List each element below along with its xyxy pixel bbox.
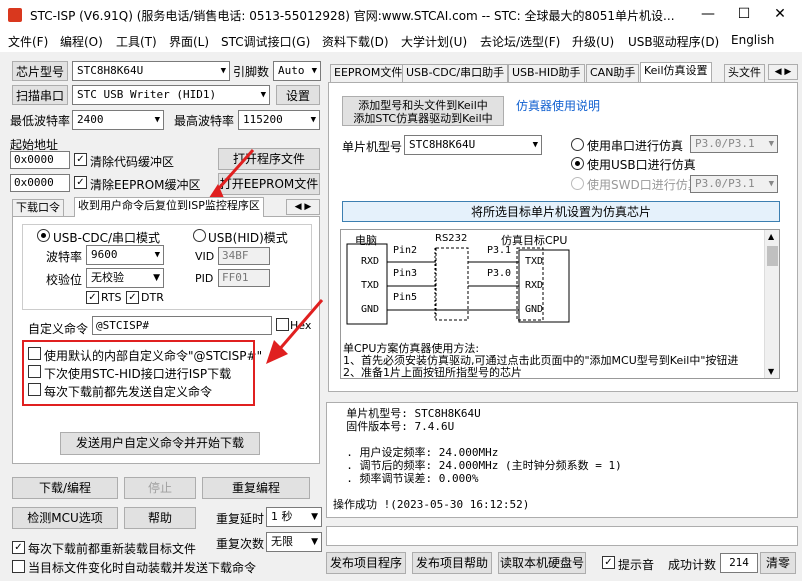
publish-project-button[interactable]: 发布项目程序: [326, 552, 406, 574]
right-tab-strip: EEPROM文件 USB-CDC/串口助手 USB-HID助手 CAN助手 Ke…: [328, 62, 798, 82]
log-line: . 用户设定频率: 24.000MHz: [333, 446, 499, 459]
diagram-gnd-label: GND: [361, 304, 380, 315]
diagram-scrollbar[interactable]: ▲ ▼: [764, 230, 779, 378]
repeat-count-select[interactable]: 无限 ▼: [266, 532, 322, 552]
diagram-txd-label: TXD: [361, 280, 380, 291]
swd-emulation-port-select[interactable]: P3.0/P3.1 ▼: [690, 175, 778, 193]
success-count-field: 214: [720, 553, 758, 573]
diagram-p31-label: P3.1: [487, 245, 512, 256]
diagram-p30-label: P3.0: [487, 268, 512, 279]
diagram-target-rxd-label: RXD: [525, 280, 544, 291]
log-line: . 调节后的频率: 24.000MHz (主时钟分频系数 = 1): [333, 459, 622, 472]
rs232-box: [435, 247, 469, 321]
help-button[interactable]: 帮助: [124, 507, 196, 529]
tab-usb-hid-helper[interactable]: USB-HID助手: [508, 64, 585, 82]
serial-emulation-port-select[interactable]: P3.0/P3.1 ▼: [690, 135, 778, 153]
stop-button[interactable]: 停止: [124, 477, 196, 499]
status-field: [326, 526, 798, 546]
emulator-diagram-box: 电脑 RS232 仿真目标CPU RXD TXD GND Pin2 Pin3 P…: [340, 229, 780, 379]
add-to-keil-line1: 添加型号和头文件到Keil中: [358, 99, 488, 112]
tab-can-helper[interactable]: CAN助手: [586, 64, 640, 82]
tab-eeprom-file[interactable]: EEPROM文件: [330, 64, 407, 82]
log-line: 单片机型号: STC8H8K64U: [333, 407, 481, 420]
diagram-rs232-label: RS232: [435, 233, 468, 244]
diagram-target-gnd-label: GND: [525, 304, 544, 315]
scroll-thumb[interactable]: [767, 246, 778, 266]
repeat-delay-select[interactable]: 1 秒 ▼: [266, 507, 322, 527]
diagram-instructions-step2: 2、准备1片上面按钮所指型号的芯片: [343, 366, 522, 379]
log-line: 固件版本号: 7.4.6U: [333, 420, 455, 433]
serial-emulation-label: 使用串口进行仿真: [587, 139, 684, 153]
log-line: . 频率调节误差: 0.000%: [333, 472, 479, 485]
diagram-pin2-label: Pin2: [393, 245, 418, 256]
scroll-down-icon[interactable]: ▼: [768, 367, 774, 376]
swd-emulation-radio[interactable]: [571, 177, 584, 190]
serial-emulation-radio[interactable]: [571, 138, 584, 151]
output-log: 单片机型号: STC8H8K64U 固件版本号: 7.4.6U . 用户设定频率…: [326, 402, 798, 518]
log-line: 操作成功 !(2023-05-30 16:12:52): [333, 498, 530, 511]
add-to-keil-button[interactable]: 添加型号和头文件到Keil中 添加STC仿真器驱动到Keil中: [342, 96, 504, 126]
auto-reload-checkbox[interactable]: [12, 560, 25, 573]
arrow-to-options: [276, 299, 324, 352]
download-program-button[interactable]: 下载/编程: [12, 477, 118, 499]
diagram-pin3-label: Pin3: [393, 268, 418, 279]
read-disk-id-button[interactable]: 读取本机硬盘号: [498, 552, 586, 574]
usb-emulation-label: 使用USB口进行仿真: [587, 158, 696, 172]
diagram-pin5-label: Pin5: [393, 292, 418, 303]
mcu-model-label: 单片机型号: [342, 140, 403, 154]
right-tab-scroll-arrows[interactable]: ◀ ▶: [768, 64, 798, 80]
reload-before-download-checkbox[interactable]: ✓: [12, 541, 25, 554]
diagram-rxd-label: RXD: [361, 256, 380, 267]
detect-mcu-button[interactable]: 检测MCU选项: [12, 507, 118, 529]
mcu-model-select[interactable]: STC8H8K64U ▼: [404, 135, 542, 155]
scroll-up-icon[interactable]: ▲: [768, 232, 774, 241]
set-emulation-chip-button[interactable]: 将所选目标单片机设置为仿真芯片: [342, 201, 780, 222]
emulator-manual-link[interactable]: 仿真器使用说明: [516, 97, 600, 114]
diagram-pc-label: 电脑: [355, 234, 377, 247]
repeat-count-label: 重复次数: [216, 537, 265, 551]
repeat-program-button[interactable]: 重复编程: [202, 477, 310, 499]
auto-reload-label: 当目标文件变化时自动装载并发送下载命令: [28, 561, 257, 575]
tab-reset-isp[interactable]: 收到用户命令后复位到ISP监控程序区: [74, 197, 264, 217]
tab-keil-emulation[interactable]: Keil仿真设置: [640, 62, 712, 82]
tab-header-file[interactable]: 头文件: [724, 64, 765, 82]
usb-emulation-radio[interactable]: [571, 157, 584, 170]
tab-usb-cdc-helper[interactable]: USB-CDC/串口助手: [402, 64, 509, 82]
reload-before-download-label: 每次下载前都重新装载目标文件: [28, 542, 197, 556]
repeat-delay-label: 重复延时: [216, 512, 265, 526]
publish-help-button[interactable]: 发布项目帮助: [412, 552, 492, 574]
add-to-keil-line2: 添加STC仿真器驱动到Keil中: [353, 112, 493, 125]
clear-count-button[interactable]: 清零: [760, 552, 796, 574]
beep-label: 提示音: [618, 558, 655, 572]
diagram-target-txd-label: TXD: [525, 256, 544, 267]
success-count-label: 成功计数: [668, 558, 717, 572]
beep-checkbox[interactable]: ✓: [602, 556, 615, 569]
swd-emulation-label: 使用SWD口进行仿真: [587, 178, 700, 192]
